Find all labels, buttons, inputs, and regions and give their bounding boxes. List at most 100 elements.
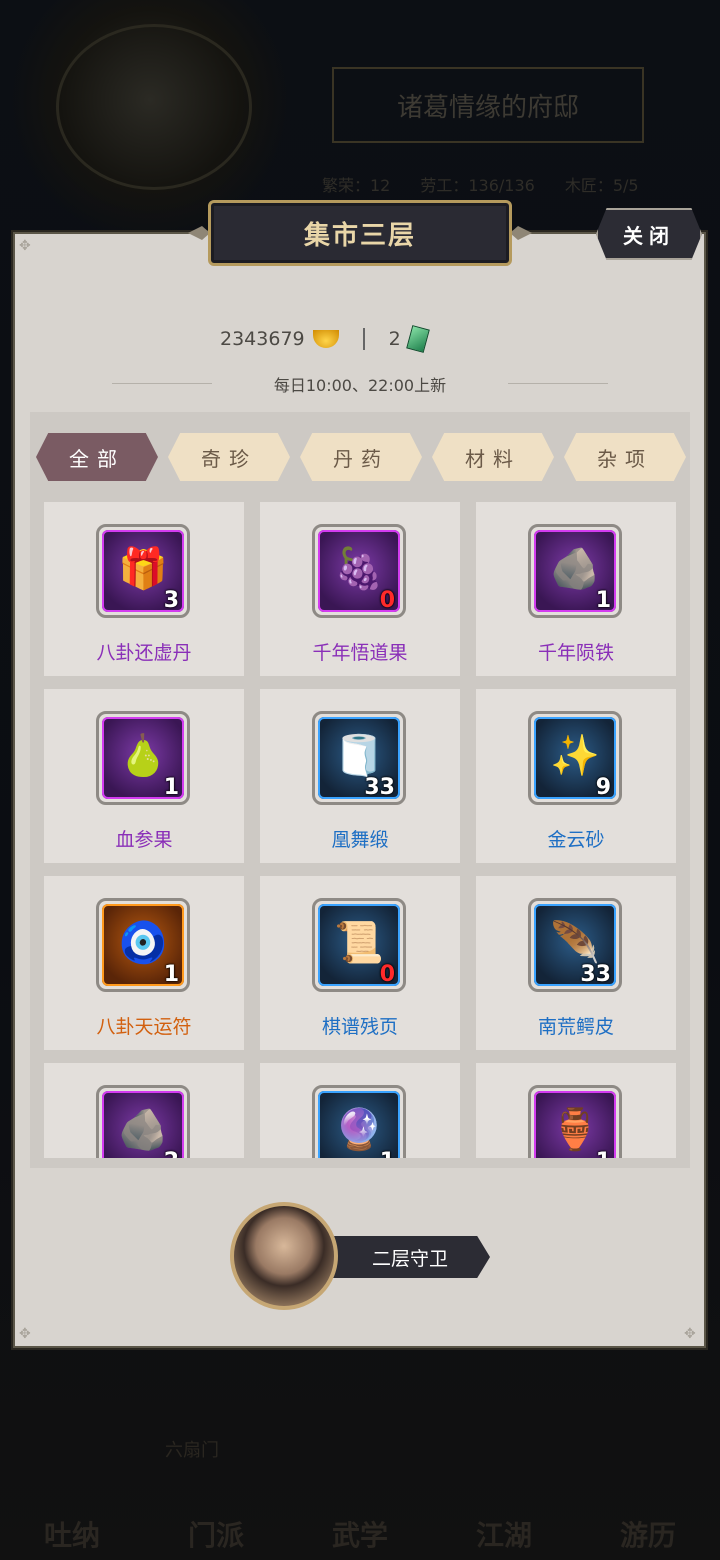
item-name: 千年悟道果	[312, 642, 408, 664]
estate-title: 诸葛情缘的府邸	[332, 67, 644, 143]
refresh-schedule: 每日10:00、22:00上新	[273, 376, 447, 395]
item-cell[interactable]: 📜 0 棋谱残页	[260, 876, 460, 1050]
corner-ornament-icon: ✥	[19, 1326, 31, 1342]
item-count: 1	[596, 1149, 611, 1158]
item-cell[interactable]: 🎁 3 八卦还虚丹	[44, 502, 244, 676]
item-count: 33	[580, 962, 611, 987]
item-name: 千年陨铁	[537, 642, 614, 664]
stat-carpenter: 木匠：5/5	[564, 176, 639, 195]
gold-amount: 2343679	[220, 328, 305, 350]
tab-misc-label: 杂项	[597, 446, 653, 471]
item-cell[interactable]: 🧻 33 凰舞缎	[260, 689, 460, 863]
blood-ginseng-icon: 🍐	[118, 733, 168, 779]
gold-ingot-icon	[312, 330, 339, 348]
wine-jar-icon: 🏺	[550, 1107, 600, 1153]
currency-divider	[362, 328, 365, 350]
item-icon-frame: 🪶 33	[528, 898, 622, 992]
nav-jianghu: 江湖	[475, 1519, 532, 1552]
scroll-page-icon: 📜	[334, 920, 384, 966]
item-cell[interactable]: 🍇 0 千年悟道果	[260, 502, 460, 676]
item-icon-frame: 🔮1	[312, 1085, 406, 1158]
item-name: 金云砂	[547, 829, 605, 851]
item-icon-frame: 🍇 0	[312, 524, 406, 618]
item-cell[interactable]: 🏺1	[476, 1063, 676, 1158]
tab-treasure[interactable]: 奇珍	[168, 433, 290, 481]
item-name: 凰舞缎	[331, 829, 389, 851]
item-icon-frame: 🪨 1	[528, 524, 622, 618]
guard-label: 二层守卫	[371, 1247, 448, 1270]
item-icon-frame: ✨ 9	[528, 711, 622, 805]
item-name: 血参果	[115, 829, 173, 851]
item-icon-frame: 🧻 33	[312, 711, 406, 805]
stone-ore-icon: 🪨	[118, 1107, 168, 1153]
item-grid: 🎁 3 八卦还虚丹 🍇 0 千年悟道果 🪨 1 千年陨铁 🍐 1 血参果 🧻 33 凰舞缎 ✨ 9 金云砂 🧿 1 八卦…	[30, 496, 690, 1158]
silk-roll-icon: 🧻	[334, 733, 384, 779]
item-count: 1	[595, 588, 611, 613]
plaque-ornament-icon	[188, 226, 210, 240]
item-count: 1	[163, 962, 179, 987]
corner-ornament-icon: ✥	[684, 1326, 696, 1342]
currency-bar: 2343679 2	[220, 322, 430, 356]
tab-all-label: 全部	[69, 446, 125, 471]
item-name: 八卦天运符	[96, 1016, 192, 1038]
plaque-ornament-icon	[510, 226, 532, 240]
nav-travel: 游历	[619, 1519, 676, 1552]
guard-button[interactable]: 二层守卫	[330, 1236, 490, 1278]
stat-labor: 劳工：136/136	[420, 176, 535, 195]
estate-stats: 繁荣：12 劳工：136/136 木匠：5/5	[322, 172, 639, 196]
item-cell[interactable]: 🪨 1 千年陨铁	[476, 502, 676, 676]
tab-treasure-label: 奇珍	[201, 446, 257, 471]
tab-all[interactable]: 全部	[36, 433, 158, 481]
item-name: 八卦还虚丹	[96, 642, 192, 664]
item-cell[interactable]: 🪶 33 南荒鳄皮	[476, 876, 676, 1050]
gold-sand-icon: ✨	[550, 733, 600, 779]
item-count: 0	[379, 588, 395, 613]
crystal-ball-icon: 🔮	[334, 1107, 384, 1153]
item-icon-frame: 🪨2	[96, 1085, 190, 1158]
panel-title-text: 集市三层	[303, 220, 416, 251]
estate-emblem-icon	[56, 24, 252, 190]
tab-pills-label: 丹药	[333, 446, 389, 471]
tab-pills[interactable]: 丹药	[300, 433, 422, 481]
item-name: 棋谱残页	[321, 1016, 398, 1038]
item-icon-frame: 🏺1	[528, 1085, 622, 1158]
close-button-label: 关闭	[623, 223, 675, 248]
stat-prosperity: 繁荣：12	[322, 176, 391, 195]
tab-materials-label: 材料	[465, 446, 521, 471]
tab-materials[interactable]: 材料	[432, 433, 554, 481]
item-count: 2	[164, 1149, 179, 1158]
nav-tuna: 吐纳	[43, 1519, 100, 1552]
guard-portrait-icon[interactable]	[230, 1202, 338, 1310]
bottom-nav: 吐纳 门派 武学 江湖 游历	[0, 1430, 720, 1560]
item-count: 1	[163, 775, 179, 800]
corner-ornament-icon: ✥	[19, 238, 31, 254]
item-cell[interactable]: ✨ 9 金云砂	[476, 689, 676, 863]
item-icon-frame: 📜 0	[312, 898, 406, 992]
item-icon-frame: 🎁 3	[96, 524, 190, 618]
tab-misc[interactable]: 杂项	[564, 433, 686, 481]
jade-token-icon	[405, 325, 430, 353]
item-icon-frame: 🍐 1	[96, 711, 190, 805]
estate-title-text: 诸葛情缘的府邸	[396, 92, 579, 123]
item-cell[interactable]: 🔮1	[260, 1063, 460, 1158]
item-cell[interactable]: 🧿 1 八卦天运符	[44, 876, 244, 1050]
pill-box-icon: 🎁	[118, 546, 168, 592]
panel-title: 集市三层	[208, 200, 512, 266]
item-count: 9	[595, 775, 611, 800]
jade-amount: 2	[388, 328, 401, 350]
item-name: 南荒鳄皮	[537, 1016, 614, 1038]
item-count: 3	[163, 588, 179, 613]
nav-sect: 门派	[187, 1519, 244, 1552]
item-cell[interactable]: 🪨2	[44, 1063, 244, 1158]
croc-hide-icon: 🪶	[550, 920, 600, 966]
item-count: 33	[364, 775, 395, 800]
item-cell[interactable]: 🍐 1 血参果	[44, 689, 244, 863]
meteor-iron-icon: 🪨	[550, 546, 600, 592]
item-count: 0	[379, 962, 395, 987]
item-count: 1	[380, 1149, 395, 1158]
close-button[interactable]: 关闭	[596, 208, 702, 260]
enlightenment-fruit-icon: 🍇	[334, 546, 384, 592]
talisman-icon: 🧿	[118, 920, 168, 966]
nav-martial: 武学	[331, 1519, 388, 1552]
item-icon-frame: 🧿 1	[96, 898, 190, 992]
